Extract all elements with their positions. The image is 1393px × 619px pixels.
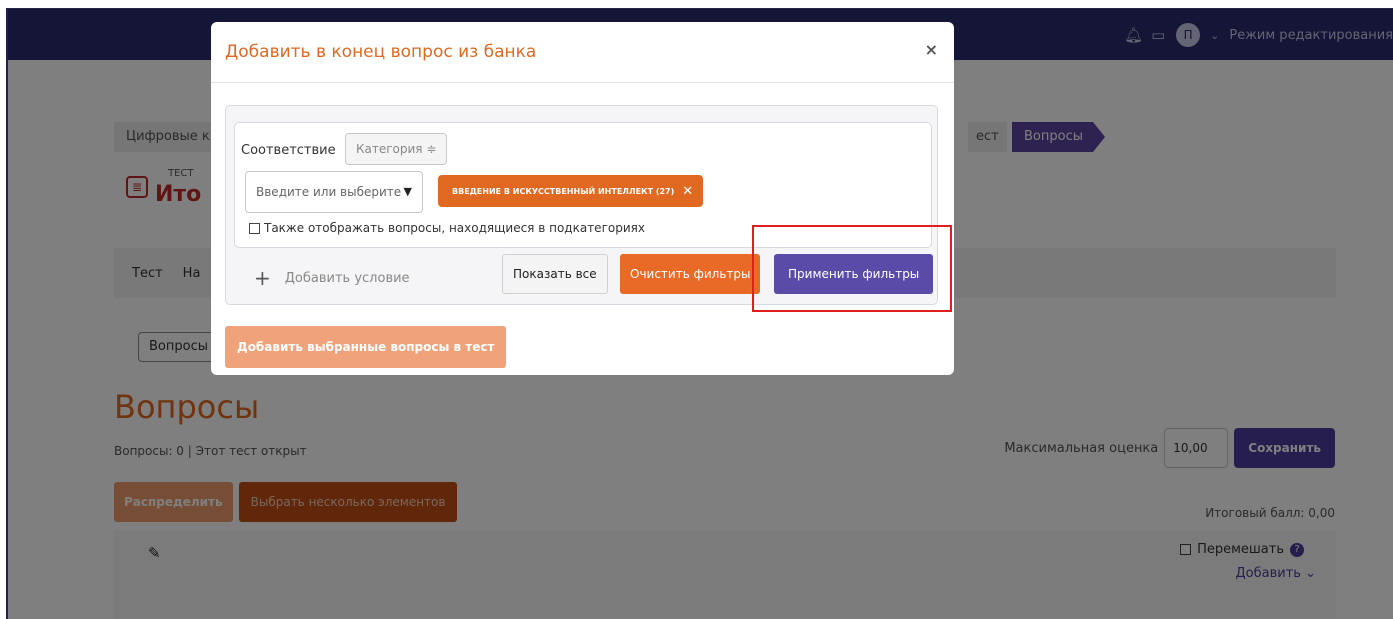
category-search-input[interactable]: Введите или выберите ▼ xyxy=(245,171,423,213)
category-tag-label: ВВЕДЕНИЕ В ИСКУССТВЕННЫЙ ИНТЕЛЛЕКТ (27) xyxy=(452,186,675,196)
category-tag: ВВЕДЕНИЕ В ИСКУССТВЕННЫЙ ИНТЕЛЛЕКТ (27) … xyxy=(438,175,704,207)
modal-header: Добавить в конец вопрос из банка × xyxy=(211,22,954,83)
add-condition-link[interactable]: + Добавить условие xyxy=(254,266,410,290)
add-selected-questions-button[interactable]: Добавить выбранные вопросы в тест xyxy=(225,326,507,368)
clear-filters-button[interactable]: Очистить фильтры xyxy=(620,254,761,294)
subcategories-option[interactable]: Также отображать вопросы, находящиеся в … xyxy=(249,221,645,235)
close-icon[interactable]: × xyxy=(925,40,938,59)
subcategories-label: Также отображать вопросы, находящиеся в … xyxy=(264,221,645,235)
subcategories-checkbox[interactable] xyxy=(249,222,260,234)
remove-tag-icon[interactable]: ✕ xyxy=(682,184,693,199)
add-condition-label: Добавить условие xyxy=(284,270,410,286)
add-from-bank-modal: Добавить в конец вопрос из банка × Соотв… xyxy=(211,22,954,375)
show-all-button[interactable]: Показать все xyxy=(502,254,608,294)
highlight-box xyxy=(752,225,952,312)
condition-type-select[interactable]: Категория ≑ xyxy=(345,133,448,165)
condition-match-label: Соответствие xyxy=(241,143,336,158)
category-input-placeholder: Введите или выберите xyxy=(256,185,402,199)
modal-title: Добавить в конец вопрос из банка xyxy=(225,42,537,62)
caret-down-icon[interactable]: ▼ xyxy=(404,172,412,212)
plus-icon: + xyxy=(254,266,271,290)
